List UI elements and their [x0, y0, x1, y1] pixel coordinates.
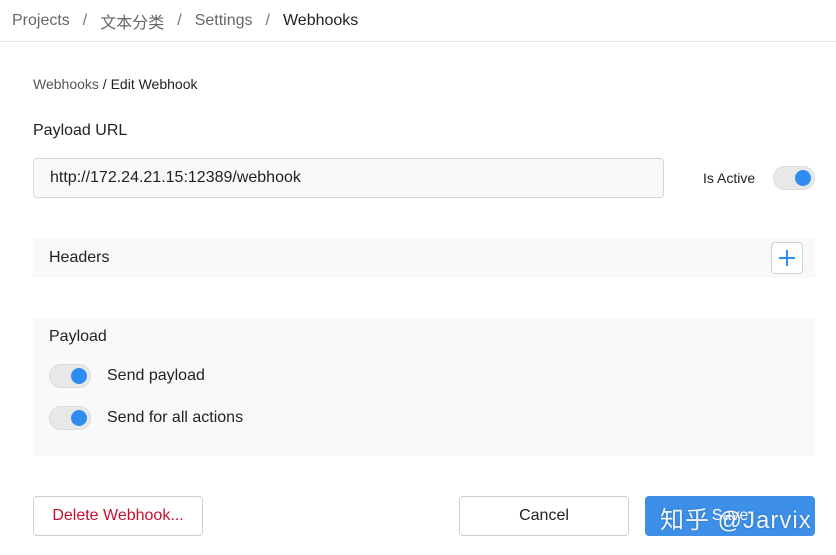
send-all-actions-label: Send for all actions — [107, 409, 244, 426]
breadcrumb-settings[interactable]: Settings — [195, 12, 253, 30]
payload-title: Payload — [49, 328, 107, 345]
headers-panel: Headers — [33, 238, 815, 278]
is-active-label: Is Active — [703, 170, 756, 186]
breadcrumb-separator: / — [265, 11, 270, 29]
payload-url-label: Payload URL — [33, 122, 128, 139]
headers-title: Headers — [49, 249, 110, 266]
payload-panel: Payload Send payload Send for all action… — [33, 318, 815, 456]
toggle-knob — [71, 410, 87, 426]
toggle-knob — [795, 170, 811, 186]
cancel-button[interactable]: Cancel — [459, 496, 629, 536]
add-header-button[interactable] — [771, 242, 803, 274]
toggle-knob — [71, 368, 87, 384]
sub-breadcrumb: Webhooks / Edit Webhook — [33, 76, 197, 92]
breadcrumb-projects[interactable]: Projects — [12, 12, 70, 30]
breadcrumb-separator: / — [177, 11, 182, 29]
payload-url-input[interactable] — [33, 158, 664, 198]
plus-icon — [779, 250, 795, 266]
is-active-toggle[interactable] — [773, 166, 815, 190]
top-breadcrumb: Projects / 文本分类 / Settings / Webhooks — [0, 0, 836, 42]
sub-breadcrumb-webhooks-link[interactable]: Webhooks — [33, 76, 99, 92]
send-all-actions-toggle[interactable] — [49, 406, 91, 430]
send-payload-toggle[interactable] — [49, 364, 91, 388]
send-payload-label: Send payload — [107, 367, 205, 384]
breadcrumb-separator: / — [82, 11, 88, 29]
breadcrumb-webhooks: Webhooks — [282, 11, 359, 29]
sub-breadcrumb-current: Edit Webhook — [110, 76, 198, 92]
delete-webhook-button[interactable]: Delete Webhook... — [33, 496, 203, 536]
sub-breadcrumb-separator: / — [102, 76, 107, 92]
breadcrumb-project-name[interactable]: 文本分类 — [100, 9, 164, 33]
save-button[interactable]: Save — [645, 496, 815, 536]
